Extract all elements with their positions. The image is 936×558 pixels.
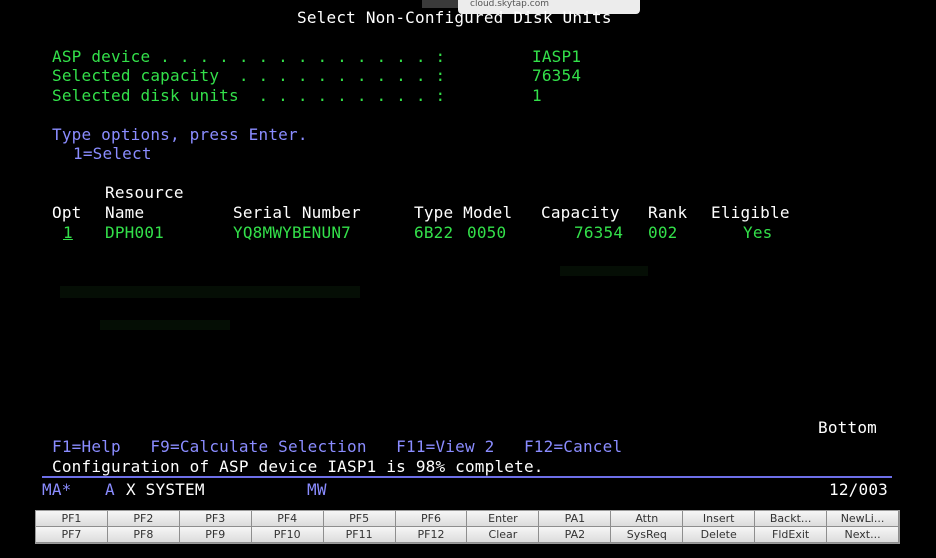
key-pf3[interactable]: PF3 bbox=[179, 511, 252, 527]
screen-artifact bbox=[100, 320, 230, 330]
screen-title: Select Non-Configured Disk Units bbox=[297, 8, 612, 27]
key-newline[interactable]: NewLi... bbox=[827, 511, 899, 527]
rank-cell: 002 bbox=[648, 223, 678, 242]
header-name: Name bbox=[105, 203, 145, 222]
key-next[interactable]: Next... bbox=[827, 527, 899, 543]
oia-mode: MA* bbox=[42, 480, 72, 499]
key-delete[interactable]: Delete bbox=[683, 527, 756, 543]
key-pf9[interactable]: PF9 bbox=[179, 527, 252, 543]
header-type-model: Type Model bbox=[414, 203, 513, 222]
browser-tab-handle bbox=[422, 0, 458, 8]
instructions: Type options, press Enter. bbox=[52, 125, 308, 144]
key-sysreq[interactable]: SysReq bbox=[611, 527, 684, 543]
header-resource: Resource bbox=[105, 183, 184, 202]
key-insert[interactable]: Insert bbox=[683, 511, 756, 527]
eligible-cell: Yes bbox=[743, 223, 773, 242]
header-capacity: Capacity bbox=[541, 203, 620, 222]
screen-artifact bbox=[60, 286, 360, 298]
option-legend: 1=Select bbox=[73, 144, 152, 163]
key-pf11[interactable]: PF11 bbox=[323, 527, 396, 543]
key-pf12[interactable]: PF12 bbox=[395, 527, 468, 543]
key-clear[interactable]: Clear bbox=[467, 527, 540, 543]
selected-disk-units-label: Selected disk units . . . . . . . . . : bbox=[52, 86, 446, 105]
asp-device-label: ASP device . . . . . . . . . . . . . . : bbox=[52, 47, 446, 66]
header-serial: Serial Number bbox=[233, 203, 361, 222]
key-attn[interactable]: Attn bbox=[611, 511, 684, 527]
key-backtab[interactable]: Backt... bbox=[755, 511, 828, 527]
function-keypad: PF1 PF2 PF3 PF4 PF5 PF6 Enter PA1 Attn I… bbox=[35, 510, 900, 544]
key-pf4[interactable]: PF4 bbox=[251, 511, 324, 527]
function-keys-line: F1=Help F9=Calculate Selection F11=View … bbox=[52, 437, 623, 456]
selected-disk-units-value: 1 bbox=[532, 86, 542, 105]
key-pf2[interactable]: PF2 bbox=[107, 511, 180, 527]
selected-capacity-label: Selected capacity . . . . . . . . . . : bbox=[52, 66, 446, 85]
key-pf8[interactable]: PF8 bbox=[107, 527, 180, 543]
header-eligible: Eligible bbox=[711, 203, 790, 222]
key-pa2[interactable]: PA2 bbox=[539, 527, 612, 543]
serial-number-cell: YQ8MWYBENUN7 bbox=[233, 223, 351, 242]
resource-name-cell: DPH001 bbox=[105, 223, 164, 242]
oia-system: X SYSTEM bbox=[126, 480, 205, 499]
key-pf7[interactable]: PF7 bbox=[36, 527, 108, 543]
cursor-position: 12/003 bbox=[829, 480, 888, 499]
status-message: Configuration of ASP device IASP1 is 98%… bbox=[52, 457, 544, 476]
model-cell: 0050 bbox=[467, 223, 507, 242]
oia-a: A bbox=[105, 480, 115, 499]
opt-input-field[interactable]: 1 bbox=[63, 223, 73, 242]
selected-capacity-value: 76354 bbox=[532, 66, 582, 85]
key-pf1[interactable]: PF1 bbox=[36, 511, 108, 527]
capacity-cell: 76354 bbox=[574, 223, 624, 242]
key-fldexit[interactable]: FldExit bbox=[755, 527, 828, 543]
type-cell: 6B22 bbox=[414, 223, 454, 242]
header-rank: Rank bbox=[648, 203, 688, 222]
more-indicator: Bottom bbox=[818, 418, 877, 437]
key-enter[interactable]: Enter bbox=[467, 511, 540, 527]
key-pf10[interactable]: PF10 bbox=[251, 527, 324, 543]
oia-mw: MW bbox=[307, 480, 327, 499]
header-opt: Opt bbox=[52, 203, 82, 222]
key-pf5[interactable]: PF5 bbox=[323, 511, 396, 527]
key-pf6[interactable]: PF6 bbox=[395, 511, 468, 527]
asp-device-value: IASP1 bbox=[532, 47, 582, 66]
key-pa1[interactable]: PA1 bbox=[539, 511, 612, 527]
oia-separator bbox=[42, 476, 892, 478]
screen-artifact bbox=[560, 266, 648, 276]
